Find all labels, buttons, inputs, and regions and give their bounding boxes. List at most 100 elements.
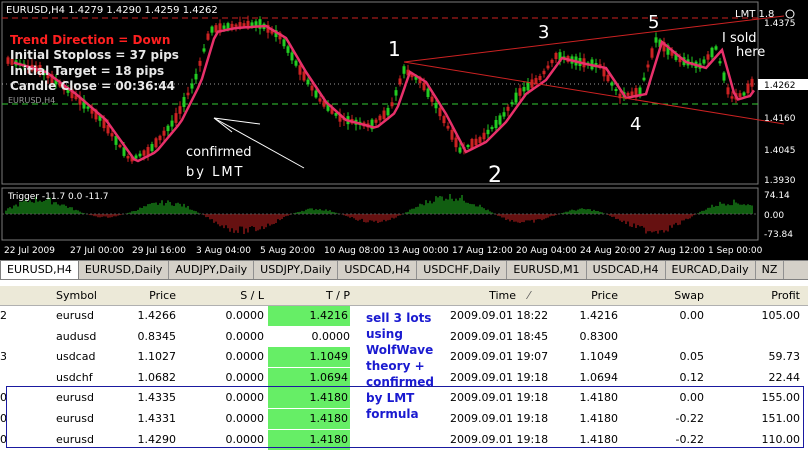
column-header-profit[interactable]: Profit: [750, 286, 800, 306]
candle-body: [458, 147, 462, 153]
order-id-cell: [0, 368, 6, 388]
profit-cell: 59.73: [768, 350, 801, 364]
profit-cell: [750, 327, 800, 347]
time-tick: 13 Aug 00:00: [388, 246, 449, 256]
candle-body: [502, 112, 506, 117]
column-header-tp[interactable]: T / P: [316, 286, 350, 306]
symbol-cell: usdchf: [56, 370, 93, 384]
candle-body: [478, 137, 482, 143]
candle-body: [390, 102, 394, 107]
price-chart[interactable]: EURUSD,H4 1.4279 1.4290 1.4259 1.4262 LM…: [0, 0, 808, 260]
order-id-cell: 30: [0, 350, 6, 364]
candle-body: [746, 83, 750, 94]
price-cell: 1.1027: [137, 350, 177, 364]
candle-body: [162, 130, 166, 136]
candle-body: [742, 92, 746, 96]
chart-tab[interactable]: USDCAD,H4: [338, 261, 418, 279]
candle-body: [202, 48, 206, 52]
time-tick: 27 Aug 12:00: [644, 246, 705, 256]
target-text: Initial Target = 18 pips: [10, 64, 164, 78]
candle-body: [550, 59, 554, 64]
candle-body: [450, 129, 454, 140]
chart-tab[interactable]: EURUSD,H4: [0, 261, 79, 279]
swap-cell: [660, 327, 704, 347]
candle-body: [554, 52, 558, 60]
symbol-cell: eurusd: [56, 309, 94, 322]
price-tick: 1.4160: [764, 114, 796, 124]
chart-tab[interactable]: USDCHF,Daily: [417, 261, 508, 279]
chart-window[interactable]: EURUSD,H4 1.4279 1.4290 1.4259 1.4262 LM…: [0, 0, 808, 260]
candle-body: [318, 98, 322, 102]
chart-tab[interactable]: EURUSD,Daily: [79, 261, 170, 279]
tp-cell: 1.1049: [268, 347, 350, 368]
chart-tab[interactable]: AUDJPY,Daily: [169, 261, 255, 279]
candle-body: [186, 92, 190, 96]
symbol-cell: audusd: [56, 329, 96, 343]
table-header-row: Symbol Price S / L T / P Time ⁄ Price Sw…: [0, 286, 808, 306]
candle-body: [298, 65, 302, 75]
trade-note: sell 3 lots using WolfWave theory + confirme…: [366, 310, 446, 422]
column-header-close-price[interactable]: Price: [580, 286, 618, 306]
candle-body: [490, 126, 494, 130]
candle-body: [438, 107, 442, 117]
swap-cell: 0.00: [679, 309, 705, 322]
candle-body: [166, 125, 170, 132]
price-tick: 1.4375: [764, 19, 796, 29]
chart-tab[interactable]: USDJPY,Daily: [254, 261, 339, 279]
candle-body: [206, 33, 210, 40]
column-header-price[interactable]: Price: [130, 286, 176, 306]
stoploss-text: Initial Stoploss = 37 pips: [10, 48, 179, 62]
main-chart-frame: [1, 1, 759, 185]
candle-body: [282, 39, 286, 47]
column-header-sl[interactable]: S / L: [230, 286, 264, 306]
candle-body: [442, 116, 446, 124]
column-header-swap[interactable]: Swap: [660, 286, 704, 306]
candle-close-text: Candle Close = 00:36:44: [10, 79, 175, 93]
candle-body: [526, 82, 530, 91]
candle-body: [154, 138, 158, 148]
column-header-time[interactable]: Time: [480, 286, 516, 306]
candle-body: [654, 37, 658, 43]
candle-body: [310, 85, 314, 91]
chart-tab[interactable]: USDCAD,H4: [587, 261, 666, 279]
smiley-icon: [785, 9, 795, 19]
small-symbol-label: EURUSD,H4: [8, 96, 55, 105]
candle-body: [718, 61, 722, 64]
trend-direction-text: Trend Direction = Down: [10, 33, 170, 47]
candle-body: [294, 60, 298, 66]
candle-body: [378, 115, 382, 121]
candle-body: [134, 155, 138, 159]
chart-tab[interactable]: EURCAD,Daily: [666, 261, 756, 279]
candle-body: [542, 70, 546, 75]
candle-body: [614, 88, 618, 92]
confirmed-text-line1: confirmed: [186, 145, 252, 160]
candle-body: [434, 102, 438, 109]
candle-body: [222, 25, 226, 29]
candle-body: [482, 132, 486, 140]
candle-body: [726, 87, 730, 95]
swap-cell: 0.12: [679, 370, 705, 384]
confirmed-text-line2: by LMT: [186, 165, 244, 180]
wave-label-2: 2: [488, 163, 502, 188]
symbol-header: EURUSD,H4 1.4279 1.4290 1.4259 1.4262: [6, 5, 218, 16]
chart-tab[interactable]: EURUSD,M1: [507, 261, 587, 279]
time-cell: 2009.09.01 19:07: [450, 350, 549, 364]
candle-body: [650, 48, 654, 58]
chart-tab[interactable]: NZ: [756, 261, 785, 279]
candle-body: [722, 72, 726, 81]
time-tick: 3 Aug 04:00: [196, 246, 251, 256]
candle-body: [518, 88, 522, 96]
candle-body: [110, 133, 114, 137]
wave-label-3: 3: [538, 22, 549, 43]
sl-cell: 0.0000: [225, 370, 265, 384]
wave-label-5: 5: [648, 12, 659, 33]
tp-cell: 0.0000: [311, 329, 351, 343]
price-tick: 1.3930: [764, 176, 796, 186]
candle-body: [190, 83, 194, 89]
close-price-cell: 1.1049: [579, 350, 619, 364]
column-header-symbol[interactable]: Symbol: [56, 286, 97, 306]
sl-cell: 0.0000: [225, 309, 265, 322]
time-tick: 22 Jul 2009: [4, 246, 55, 256]
candle-body: [702, 59, 706, 64]
sort-icon[interactable]: ⁄: [528, 286, 530, 306]
